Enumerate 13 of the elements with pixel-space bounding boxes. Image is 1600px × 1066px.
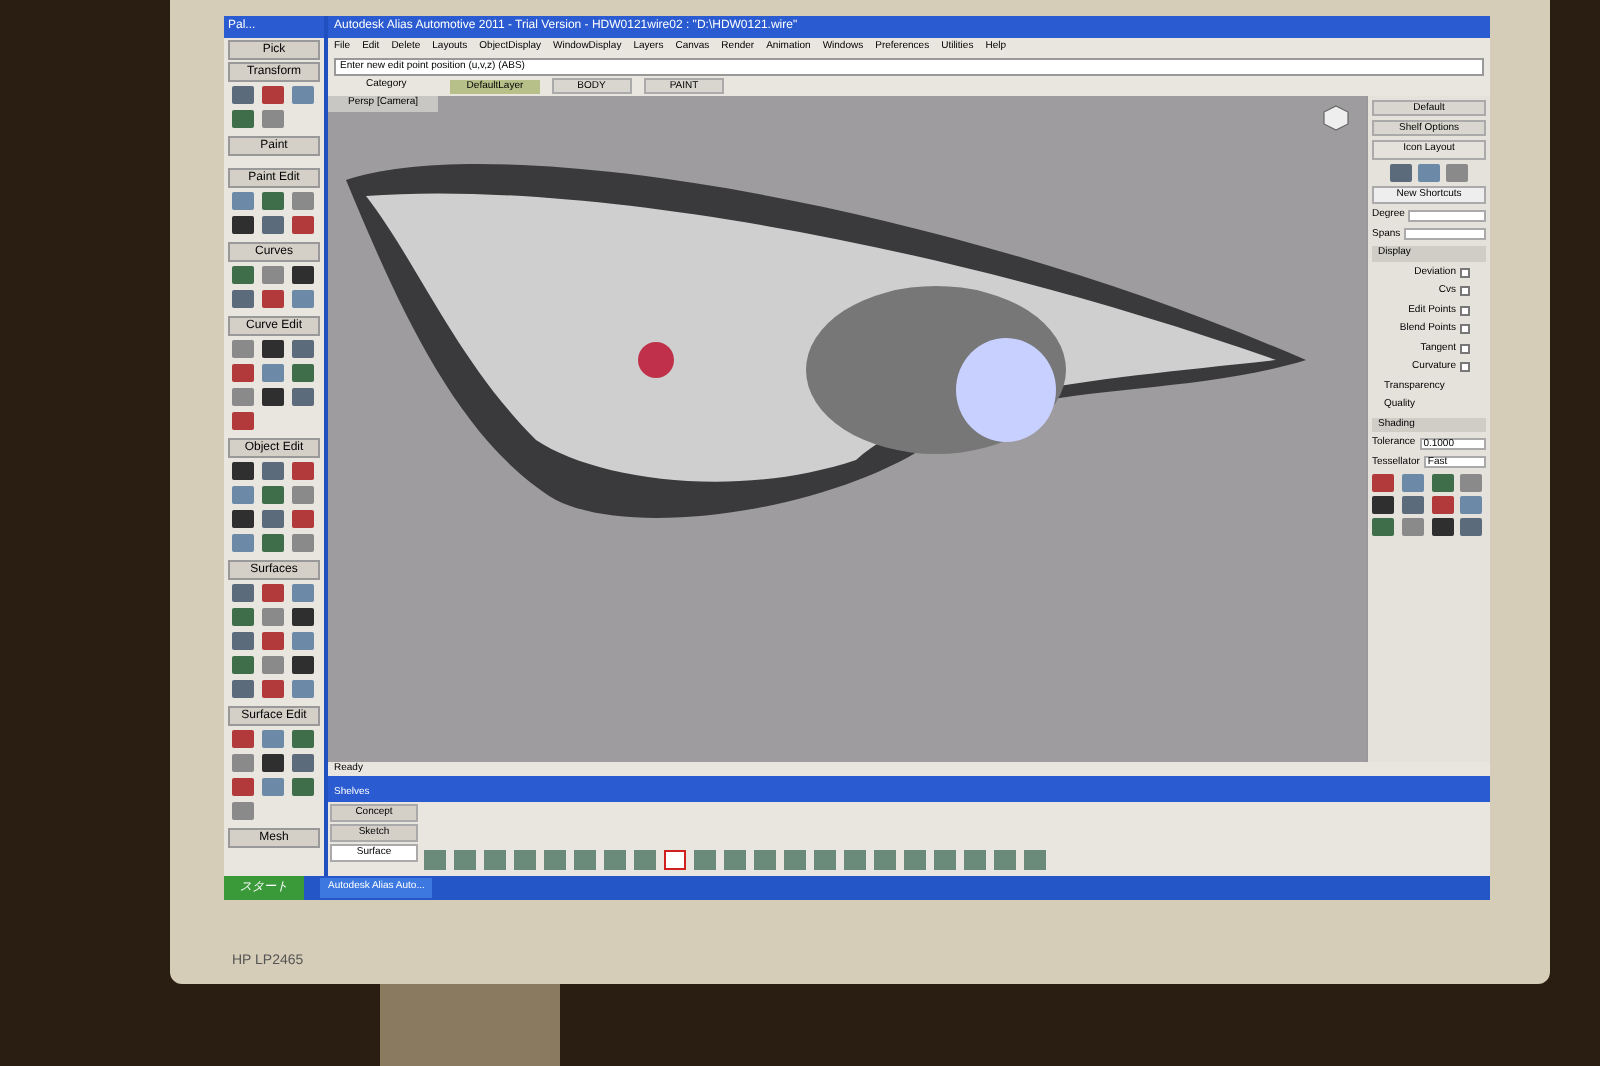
option-checkbox[interactable] — [1460, 362, 1470, 373]
tool-icon[interactable] — [1431, 518, 1453, 536]
tool-icon[interactable] — [1431, 496, 1453, 514]
shelf-tool-icon[interactable] — [664, 850, 686, 870]
tool-icon[interactable] — [1431, 474, 1453, 492]
input-field[interactable] — [1404, 228, 1486, 241]
option-checkbox[interactable] — [1460, 324, 1470, 335]
option-checkbox[interactable] — [1460, 286, 1470, 297]
view-cube-icon[interactable] — [1322, 104, 1350, 132]
option-checkbox[interactable] — [1460, 267, 1470, 278]
option-checkbox[interactable] — [1460, 343, 1470, 354]
option-checkbox[interactable] — [1460, 305, 1470, 316]
input-field[interactable] — [1408, 209, 1486, 222]
